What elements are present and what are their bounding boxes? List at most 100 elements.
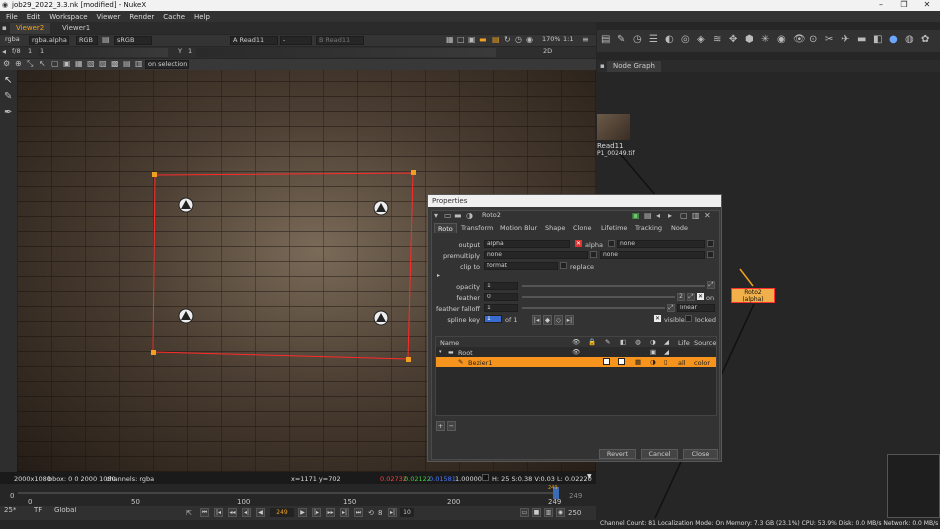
float-icon[interactable]: ▭: [444, 211, 452, 221]
channel-alpha-select[interactable]: rgba.alpha: [29, 36, 69, 45]
pane-menu-icon[interactable]: ▪: [2, 23, 7, 33]
menu-viewer[interactable]: Viewer: [97, 13, 121, 21]
zoom-select[interactable]: 170%: [540, 36, 560, 45]
root-invert-icon[interactable]: ▣: [650, 348, 656, 356]
undo-icon[interactable]: ◂: [656, 211, 660, 221]
bezier-tool-icon[interactable]: ✒: [4, 108, 12, 118]
input-a-select[interactable]: A Read11: [230, 36, 278, 45]
input-b-select[interactable]: B Read11: [316, 36, 364, 45]
menu-edit[interactable]: Edit: [27, 13, 41, 21]
key-prev-icon[interactable]: |◂: [532, 315, 541, 325]
menu-cache[interactable]: Cache: [163, 13, 185, 21]
key-add-icon[interactable]: ◆: [543, 315, 552, 325]
keyer-node-icon[interactable]: ◈: [697, 35, 705, 45]
metadata-node-icon[interactable]: ⊙: [809, 35, 817, 45]
step-forward-icon[interactable]: ▸▸: [326, 508, 335, 517]
tab-transform[interactable]: Transform: [458, 223, 496, 233]
particles-node-icon[interactable]: ✳: [761, 35, 769, 45]
revert-button[interactable]: Revert: [599, 449, 636, 459]
last-frame-icon[interactable]: ⏭: [354, 508, 363, 517]
bbox-icon[interactable]: ▨: [99, 59, 107, 69]
scope-select[interactable]: Global: [52, 507, 78, 516]
wipe-mode-select[interactable]: -: [280, 36, 312, 45]
gamma-value[interactable]: 1: [186, 48, 196, 57]
output-select[interactable]: alpha: [484, 240, 570, 248]
list-item-root[interactable]: ▾ ▬ Root 👁 ▣ ◢: [436, 348, 716, 357]
skip-icon[interactable]: ▸|: [388, 508, 397, 517]
opacity-curve-icon[interactable]: ⤢: [707, 281, 715, 289]
output-extra-checkbox[interactable]: [707, 240, 714, 247]
transform-icon[interactable]: ⤡: [27, 59, 33, 69]
prev-key-icon[interactable]: |◂: [214, 508, 223, 517]
root-visible-icon[interactable]: 👁: [572, 348, 580, 356]
feather-curve-icon[interactable]: ⤢: [687, 293, 695, 301]
root-expand-icon[interactable]: ▾: [439, 349, 442, 355]
fstop-toggle-icon[interactable]: ◂: [2, 47, 6, 57]
premultiply-select[interactable]: none: [484, 251, 588, 259]
step-field[interactable]: 10: [400, 508, 414, 517]
toolsets-icon[interactable]: ✂: [825, 35, 833, 45]
air-node-icon[interactable]: ◧: [873, 35, 882, 45]
close-window-button[interactable]: ✕: [916, 0, 938, 9]
increment-value[interactable]: 8: [378, 509, 382, 517]
menu-file[interactable]: File: [6, 13, 18, 21]
image-node-icon[interactable]: ▤: [601, 35, 610, 45]
audio-icon[interactable]: ◉: [556, 508, 565, 517]
add-curve-icon[interactable]: +: [436, 421, 445, 431]
premultiply-extra-checkbox[interactable]: [707, 251, 714, 258]
node-name-field[interactable]: Roto2: [480, 212, 590, 220]
redo-icon[interactable]: ▸: [668, 211, 672, 221]
tab-clone[interactable]: Clone: [570, 223, 594, 233]
tab-viewer1[interactable]: Viewer1: [56, 23, 96, 34]
menu-render[interactable]: Render: [129, 13, 154, 21]
maximize-button[interactable]: ❐: [893, 0, 915, 9]
next-frame-icon[interactable]: |▸: [312, 508, 321, 517]
feather-count[interactable]: 2: [677, 293, 685, 301]
premultiply-checkbox[interactable]: [590, 251, 597, 258]
read-node-label[interactable]: Read11: [597, 142, 624, 150]
falloff-curve-icon[interactable]: ⤢: [667, 304, 675, 312]
tangent-icon[interactable]: ▧: [87, 59, 95, 69]
box-select-icon[interactable]: ▢: [51, 59, 59, 69]
step-back-icon[interactable]: ◂◂: [228, 508, 237, 517]
falloff-slider[interactable]: [522, 307, 665, 309]
cara-node-icon[interactable]: ●: [889, 35, 898, 45]
channels-select[interactable]: rgba: [3, 36, 23, 45]
color-node-icon[interactable]: ◐: [665, 35, 674, 45]
tab-lifetime[interactable]: Lifetime: [598, 223, 630, 233]
tab-roto[interactable]: Roto: [434, 223, 457, 233]
time-node-icon[interactable]: ◷: [633, 35, 642, 45]
help-icon[interactable]: ▬: [454, 211, 462, 221]
pin-icon[interactable]: ▥: [692, 211, 700, 221]
menu-workspace[interactable]: Workspace: [49, 13, 87, 21]
on-selection-select[interactable]: on selection: [145, 60, 189, 69]
bezier-point[interactable]: [152, 172, 157, 177]
play-back-icon[interactable]: ◀: [256, 508, 265, 517]
opacity-slider[interactable]: [522, 285, 705, 287]
bezier-blend-icon[interactable]: ▯: [664, 358, 668, 366]
furnace-node-icon[interactable]: ▬: [857, 35, 866, 45]
globe-node-icon[interactable]: ◍: [905, 35, 914, 45]
fps-select[interactable]: 25*: [2, 507, 18, 516]
other-node-icon[interactable]: ✈: [841, 35, 849, 45]
key-next-icon[interactable]: ▸|: [565, 315, 574, 325]
overlay-icon[interactable]: ▤: [492, 35, 500, 45]
curves-list[interactable]: Name 👁 🔒 ✎ ◧ ◍ ◑ ◢ Life Source ▾ ▬ Root …: [435, 336, 717, 416]
record-icon[interactable]: ◉: [526, 35, 533, 45]
current-frame-field[interactable]: 249: [270, 508, 294, 517]
points-icon[interactable]: ▦: [75, 59, 83, 69]
pointer-icon[interactable]: ↖: [39, 59, 46, 69]
node-graph-navigator[interactable]: [887, 454, 940, 518]
labels-icon[interactable]: ▩: [111, 59, 119, 69]
gain-slider[interactable]: 1: [38, 48, 168, 57]
tab-viewer2[interactable]: Viewer2: [10, 23, 51, 34]
tf-select[interactable]: TF: [32, 507, 46, 516]
view-mode-select[interactable]: 2D: [541, 48, 561, 57]
views-node-icon[interactable]: 👁: [793, 35, 806, 45]
tab-node-graph[interactable]: Node Graph: [607, 61, 661, 72]
plugins-node-icon[interactable]: ✿: [921, 35, 929, 45]
read-node-thumbnail[interactable]: [597, 114, 630, 140]
prev-frame-icon[interactable]: ◂|: [242, 508, 251, 517]
output-none-checkbox[interactable]: [608, 240, 615, 247]
flipbook-icon[interactable]: ▭: [520, 508, 529, 517]
